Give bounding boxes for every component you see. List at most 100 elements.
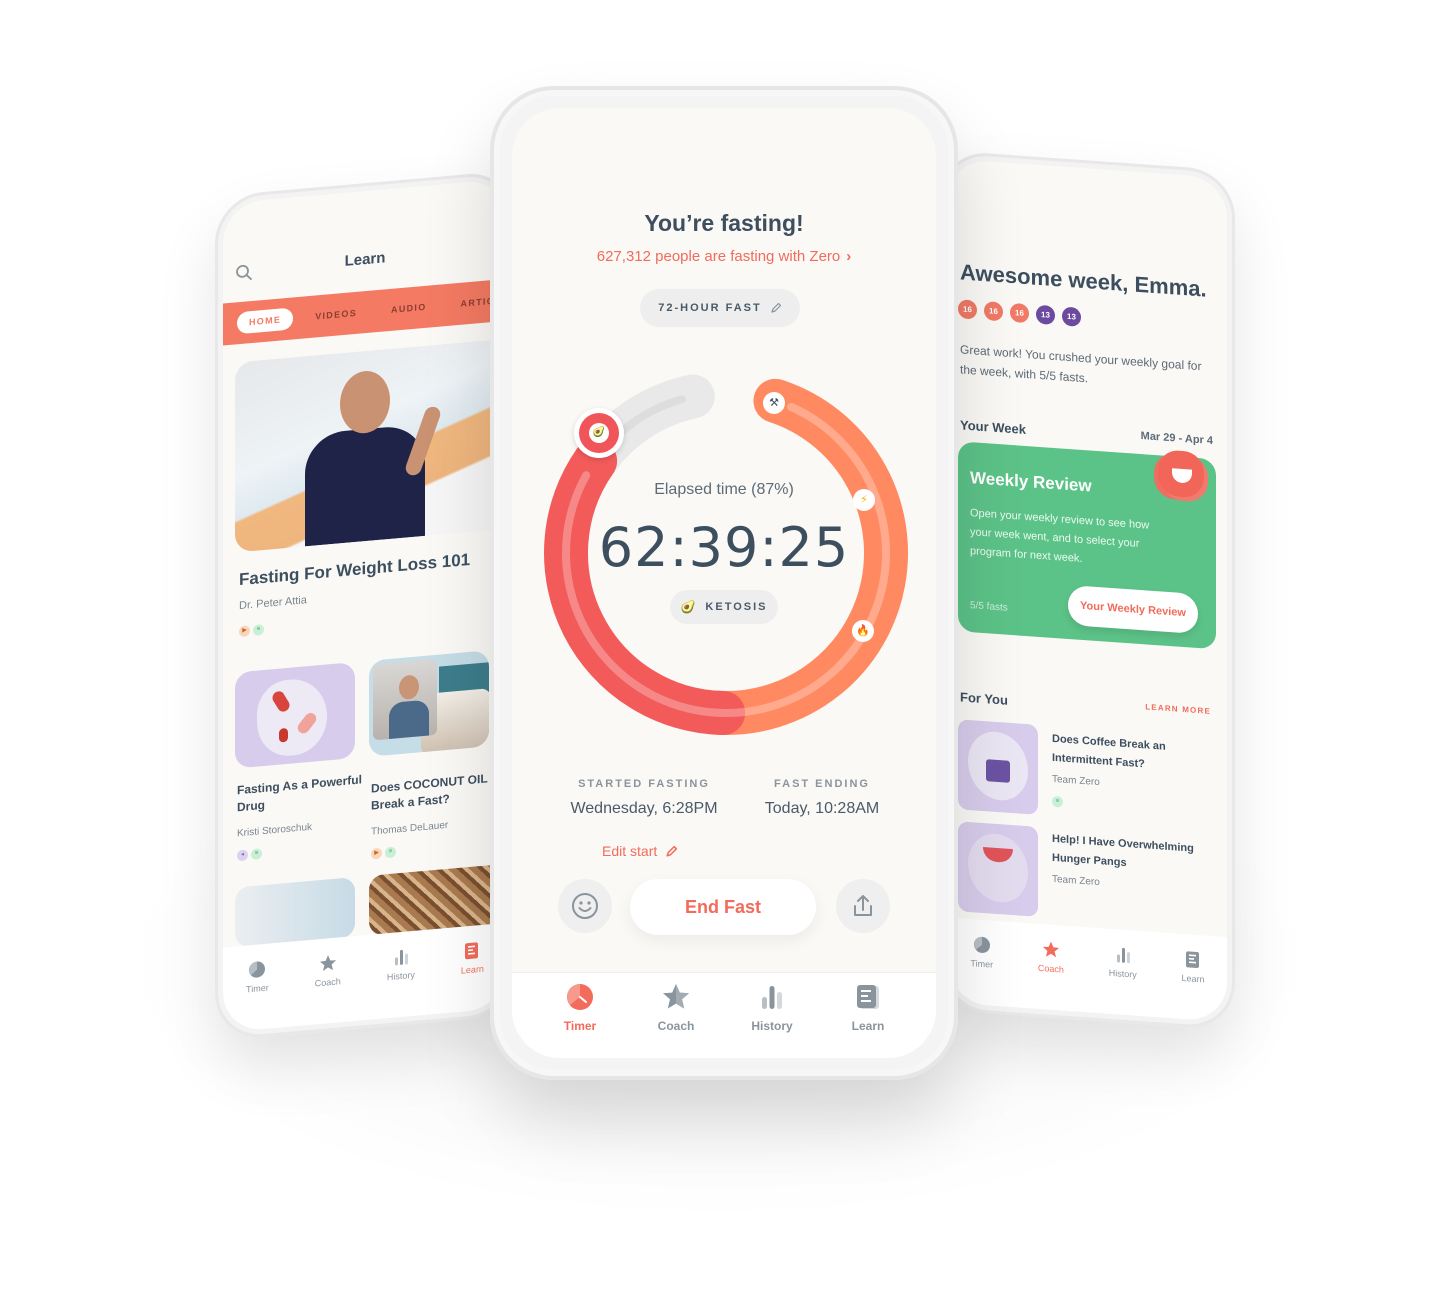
- tools-icon[interactable]: ⚒: [763, 392, 785, 414]
- current-stage-marker[interactable]: 🥑: [574, 408, 624, 458]
- nav-label: Coach: [314, 976, 341, 989]
- nav-coach[interactable]: Coach: [1038, 940, 1064, 1011]
- nav-label: History: [386, 969, 415, 983]
- for-you-item-author: Team Zero: [1052, 873, 1100, 889]
- grid-item-author: Kristi Storoschuk: [237, 821, 313, 840]
- community-link[interactable]: 627,312 people are fasting with Zero ›: [512, 248, 936, 265]
- presenter-image: [305, 366, 443, 547]
- learn-title: Learn: [344, 249, 386, 270]
- your-week-label: Your Week: [960, 417, 1026, 438]
- learn-screen: Learn HOME VIDEOS AUDIO ARTICLES Fasting…: [223, 178, 507, 1033]
- grid-item-title[interactable]: Fasting As a Powerful Drug: [237, 771, 362, 816]
- article-icon: ≡: [385, 846, 396, 859]
- nav-label: History: [1108, 967, 1137, 980]
- nav-history[interactable]: History: [732, 983, 812, 1058]
- pills-thumbnail[interactable]: [235, 661, 355, 769]
- ending-value: Today, 10:28AM: [764, 800, 880, 817]
- nav-label: History: [751, 1019, 793, 1033]
- for-you-badges: ≡: [1052, 795, 1063, 808]
- tab-home[interactable]: HOME: [237, 307, 294, 335]
- featured-title[interactable]: Fasting For Weight Loss 101: [239, 550, 470, 590]
- featured-badges: ▶ ≡: [239, 623, 264, 638]
- end-fast-button[interactable]: End Fast: [630, 879, 816, 935]
- started-fasting: STARTED FASTING Wednesday, 6:28PM: [564, 778, 724, 818]
- timer-icon: [567, 984, 593, 1010]
- mood-button[interactable]: [558, 879, 612, 933]
- nav-label: Coach: [657, 1019, 695, 1033]
- learn-phone: Learn HOME VIDEOS AUDIO ARTICLES Fasting…: [215, 170, 515, 1042]
- coach-message: Great work! You crushed your weekly goal…: [960, 342, 1202, 386]
- nav-label: Learn: [851, 1019, 885, 1033]
- edit-start-label: Edit start: [602, 843, 658, 859]
- edit-start-link[interactable]: Edit start: [602, 843, 678, 859]
- grid-item-badges: ▶ ≡: [371, 846, 396, 860]
- page-title: You’re fasting!: [644, 210, 804, 236]
- weekly-fast-dots: 16 16 16 13 13: [958, 299, 1081, 327]
- nav-timer[interactable]: Timer: [970, 935, 993, 1006]
- fast-ending: FAST ENDING Today, 10:28AM: [742, 778, 902, 818]
- fire-icon[interactable]: 🔥: [852, 620, 874, 642]
- featured-video-thumbnail[interactable]: [235, 338, 505, 553]
- nav-coach[interactable]: Coach: [636, 983, 716, 1058]
- nav-label: Timer: [970, 958, 994, 970]
- tab-audio[interactable]: AUDIO: [379, 295, 439, 322]
- weekly-review-text: Open your weekly review to see how your …: [970, 507, 1150, 565]
- avocado-icon: 🥑: [680, 600, 696, 614]
- fast-type-button[interactable]: 72-HOUR FAST: [640, 289, 800, 327]
- fast-dot[interactable]: 16: [1010, 302, 1029, 324]
- stage-pill[interactable]: 🥑 KETOSIS: [670, 590, 778, 624]
- week-range: Mar 29 - Apr 4: [1140, 430, 1213, 448]
- stage-label: KETOSIS: [705, 601, 768, 613]
- bar-chart-icon: [394, 949, 408, 966]
- article-icon: ≡: [1052, 795, 1063, 808]
- share-button[interactable]: [836, 879, 890, 933]
- coach-greeting: Awesome week, Emma.: [960, 259, 1207, 302]
- pencil-icon: [666, 845, 678, 857]
- elapsed-time: 62:39:25: [598, 516, 850, 579]
- smiley-icon: [572, 893, 598, 919]
- timer-icon: [973, 936, 990, 953]
- nav-learn[interactable]: Learn: [828, 983, 908, 1058]
- nav-label: Learn: [460, 963, 484, 976]
- book-icon: [857, 985, 879, 1009]
- tab-videos[interactable]: VIDEOS: [303, 301, 369, 329]
- coach-phone: Awesome week, Emma. 16 16 16 13 13 Great…: [940, 150, 1235, 1031]
- timer-phone: You’re fasting! 627,312 people are fasti…: [490, 86, 958, 1080]
- for-you-item-title[interactable]: Does Coffee Break an Intermittent Fast?: [1052, 730, 1202, 778]
- weekly-review-button[interactable]: Your Weekly Review: [1068, 584, 1198, 635]
- nav-label: Learn: [1181, 972, 1205, 985]
- coffee-thumbnail[interactable]: [958, 719, 1038, 815]
- book-icon: [465, 942, 479, 960]
- fast-dot[interactable]: 16: [984, 301, 1003, 322]
- fast-type-label: 72-HOUR FAST: [658, 302, 762, 314]
- audio-icon: ◂: [237, 849, 248, 862]
- nav-history[interactable]: History: [1109, 945, 1137, 1016]
- for-you-item-title[interactable]: Help! I Have Overwhelming Hunger Pangs: [1052, 830, 1202, 878]
- share-icon: [854, 895, 872, 916]
- nav-label: Coach: [1037, 962, 1064, 975]
- article-icon: ≡: [251, 848, 262, 861]
- hunger-thumbnail[interactable]: [958, 821, 1038, 917]
- nav-learn[interactable]: Learn: [461, 941, 484, 1012]
- ending-label: FAST ENDING: [774, 778, 870, 790]
- learn-more-link[interactable]: LEARN MORE: [1145, 702, 1211, 716]
- for-you-label: For You: [960, 689, 1008, 708]
- weekly-review-card[interactable]: Weekly Review Open your weekly review to…: [958, 441, 1216, 650]
- grid-item-author: Thomas DeLauer: [371, 819, 449, 838]
- fast-dot[interactable]: 16: [958, 299, 977, 320]
- for-you-item-author: Team Zero: [1052, 773, 1100, 789]
- coconut-oil-thumbnail[interactable]: [369, 650, 489, 757]
- video-icon: ▶: [371, 847, 382, 860]
- nav-coach[interactable]: Coach: [315, 953, 341, 1024]
- nav-history[interactable]: History: [387, 947, 415, 1018]
- weekly-review-title: Weekly Review: [970, 468, 1092, 496]
- nav-timer[interactable]: Timer: [246, 960, 269, 1031]
- nav-timer[interactable]: Timer: [540, 983, 620, 1058]
- fast-dot[interactable]: 13: [1062, 306, 1081, 327]
- article-icon: ≡: [253, 623, 264, 636]
- fast-dot[interactable]: 13: [1036, 304, 1055, 326]
- nav-learn[interactable]: Learn: [1182, 950, 1205, 1021]
- started-value: Wednesday, 6:28PM: [570, 800, 718, 817]
- bottom-nav: Timer Coach History Learn: [512, 972, 936, 1058]
- grid-item-title[interactable]: Does COCONUT OIL Break a Fast?: [371, 770, 496, 815]
